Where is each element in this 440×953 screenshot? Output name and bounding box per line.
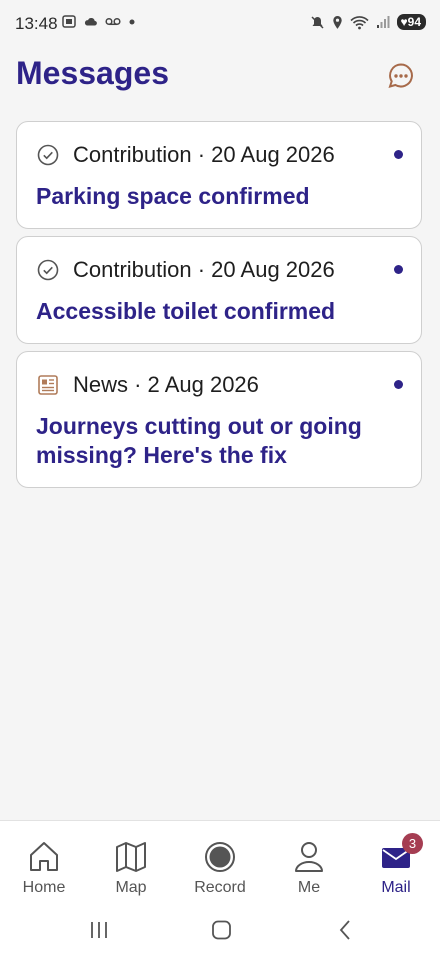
back-chevron-icon: [339, 920, 350, 940]
home-square-icon: [212, 920, 231, 940]
signal-icon: [376, 16, 390, 28]
back-button[interactable]: [330, 915, 360, 945]
chat-bubble-icon: [388, 63, 413, 88]
unread-indicator: [394, 265, 403, 274]
home-icon: [30, 842, 58, 871]
message-meta: News · 2 Aug 2026: [73, 372, 259, 397]
nav-label: Map: [115, 879, 147, 896]
battery-shield-icon: ♥: [400, 15, 408, 29]
battery-level: 94: [407, 15, 421, 29]
battery-indicator: ♥94: [396, 14, 426, 30]
newspaper-icon: [38, 375, 58, 395]
mute-icon: [310, 15, 324, 29]
bottom-nav: Home Map Record Me 3 Mail: [0, 820, 440, 906]
nav-label: Record: [194, 879, 246, 896]
nav-me[interactable]: Me: [269, 839, 349, 897]
message-title: Parking space confirmed: [36, 183, 310, 209]
status-time: 13:48: [15, 14, 58, 33]
unread-indicator: [394, 380, 403, 389]
check-circle-icon: [37, 144, 59, 166]
nav-label: Me: [297, 879, 321, 896]
message-card-parking[interactable]: Contribution · 20 Aug 2026 Parking space…: [16, 121, 422, 229]
nav-label: Home: [22, 879, 66, 896]
nav-label: Mail: [381, 879, 411, 896]
message-card-toilet[interactable]: Contribution · 20 Aug 2026 Accessible to…: [16, 236, 422, 344]
message-meta: Contribution · 20 Aug 2026: [73, 142, 335, 167]
message-card-news[interactable]: News · 2 Aug 2026 Journeys cutting out o…: [16, 351, 422, 488]
mail-badge: 3: [402, 833, 423, 854]
wifi-icon: [349, 15, 369, 29]
message-title: Accessible toilet confirmed: [36, 298, 336, 324]
status-bar: 13:48 ♥94: [0, 0, 440, 48]
home-system-button[interactable]: [206, 915, 236, 945]
chat-button[interactable]: [386, 61, 416, 91]
check-circle-icon: [37, 259, 59, 281]
unread-indicator: [394, 150, 403, 159]
screenshot-icon: [62, 15, 76, 28]
notification-dot-icon: [129, 19, 135, 24]
page-title: Messages: [16, 55, 169, 91]
nav-record[interactable]: Record: [180, 839, 260, 897]
location-icon: [332, 15, 342, 29]
nav-mail[interactable]: 3 Mail: [356, 833, 436, 897]
recent-apps-button[interactable]: [84, 915, 114, 945]
nav-home[interactable]: Home: [4, 839, 84, 897]
voicemail-icon: [105, 17, 121, 26]
recent-apps-icon: [91, 922, 107, 938]
message-meta: Contribution · 20 Aug 2026: [73, 257, 335, 282]
system-nav-bar: [0, 905, 440, 953]
map-icon: [116, 842, 146, 872]
person-icon: [295, 842, 323, 872]
cloud-icon: [84, 17, 97, 26]
record-icon: [205, 842, 235, 872]
message-title: Journeys cutting out or going missing? H…: [36, 413, 362, 468]
nav-map[interactable]: Map: [91, 839, 171, 897]
